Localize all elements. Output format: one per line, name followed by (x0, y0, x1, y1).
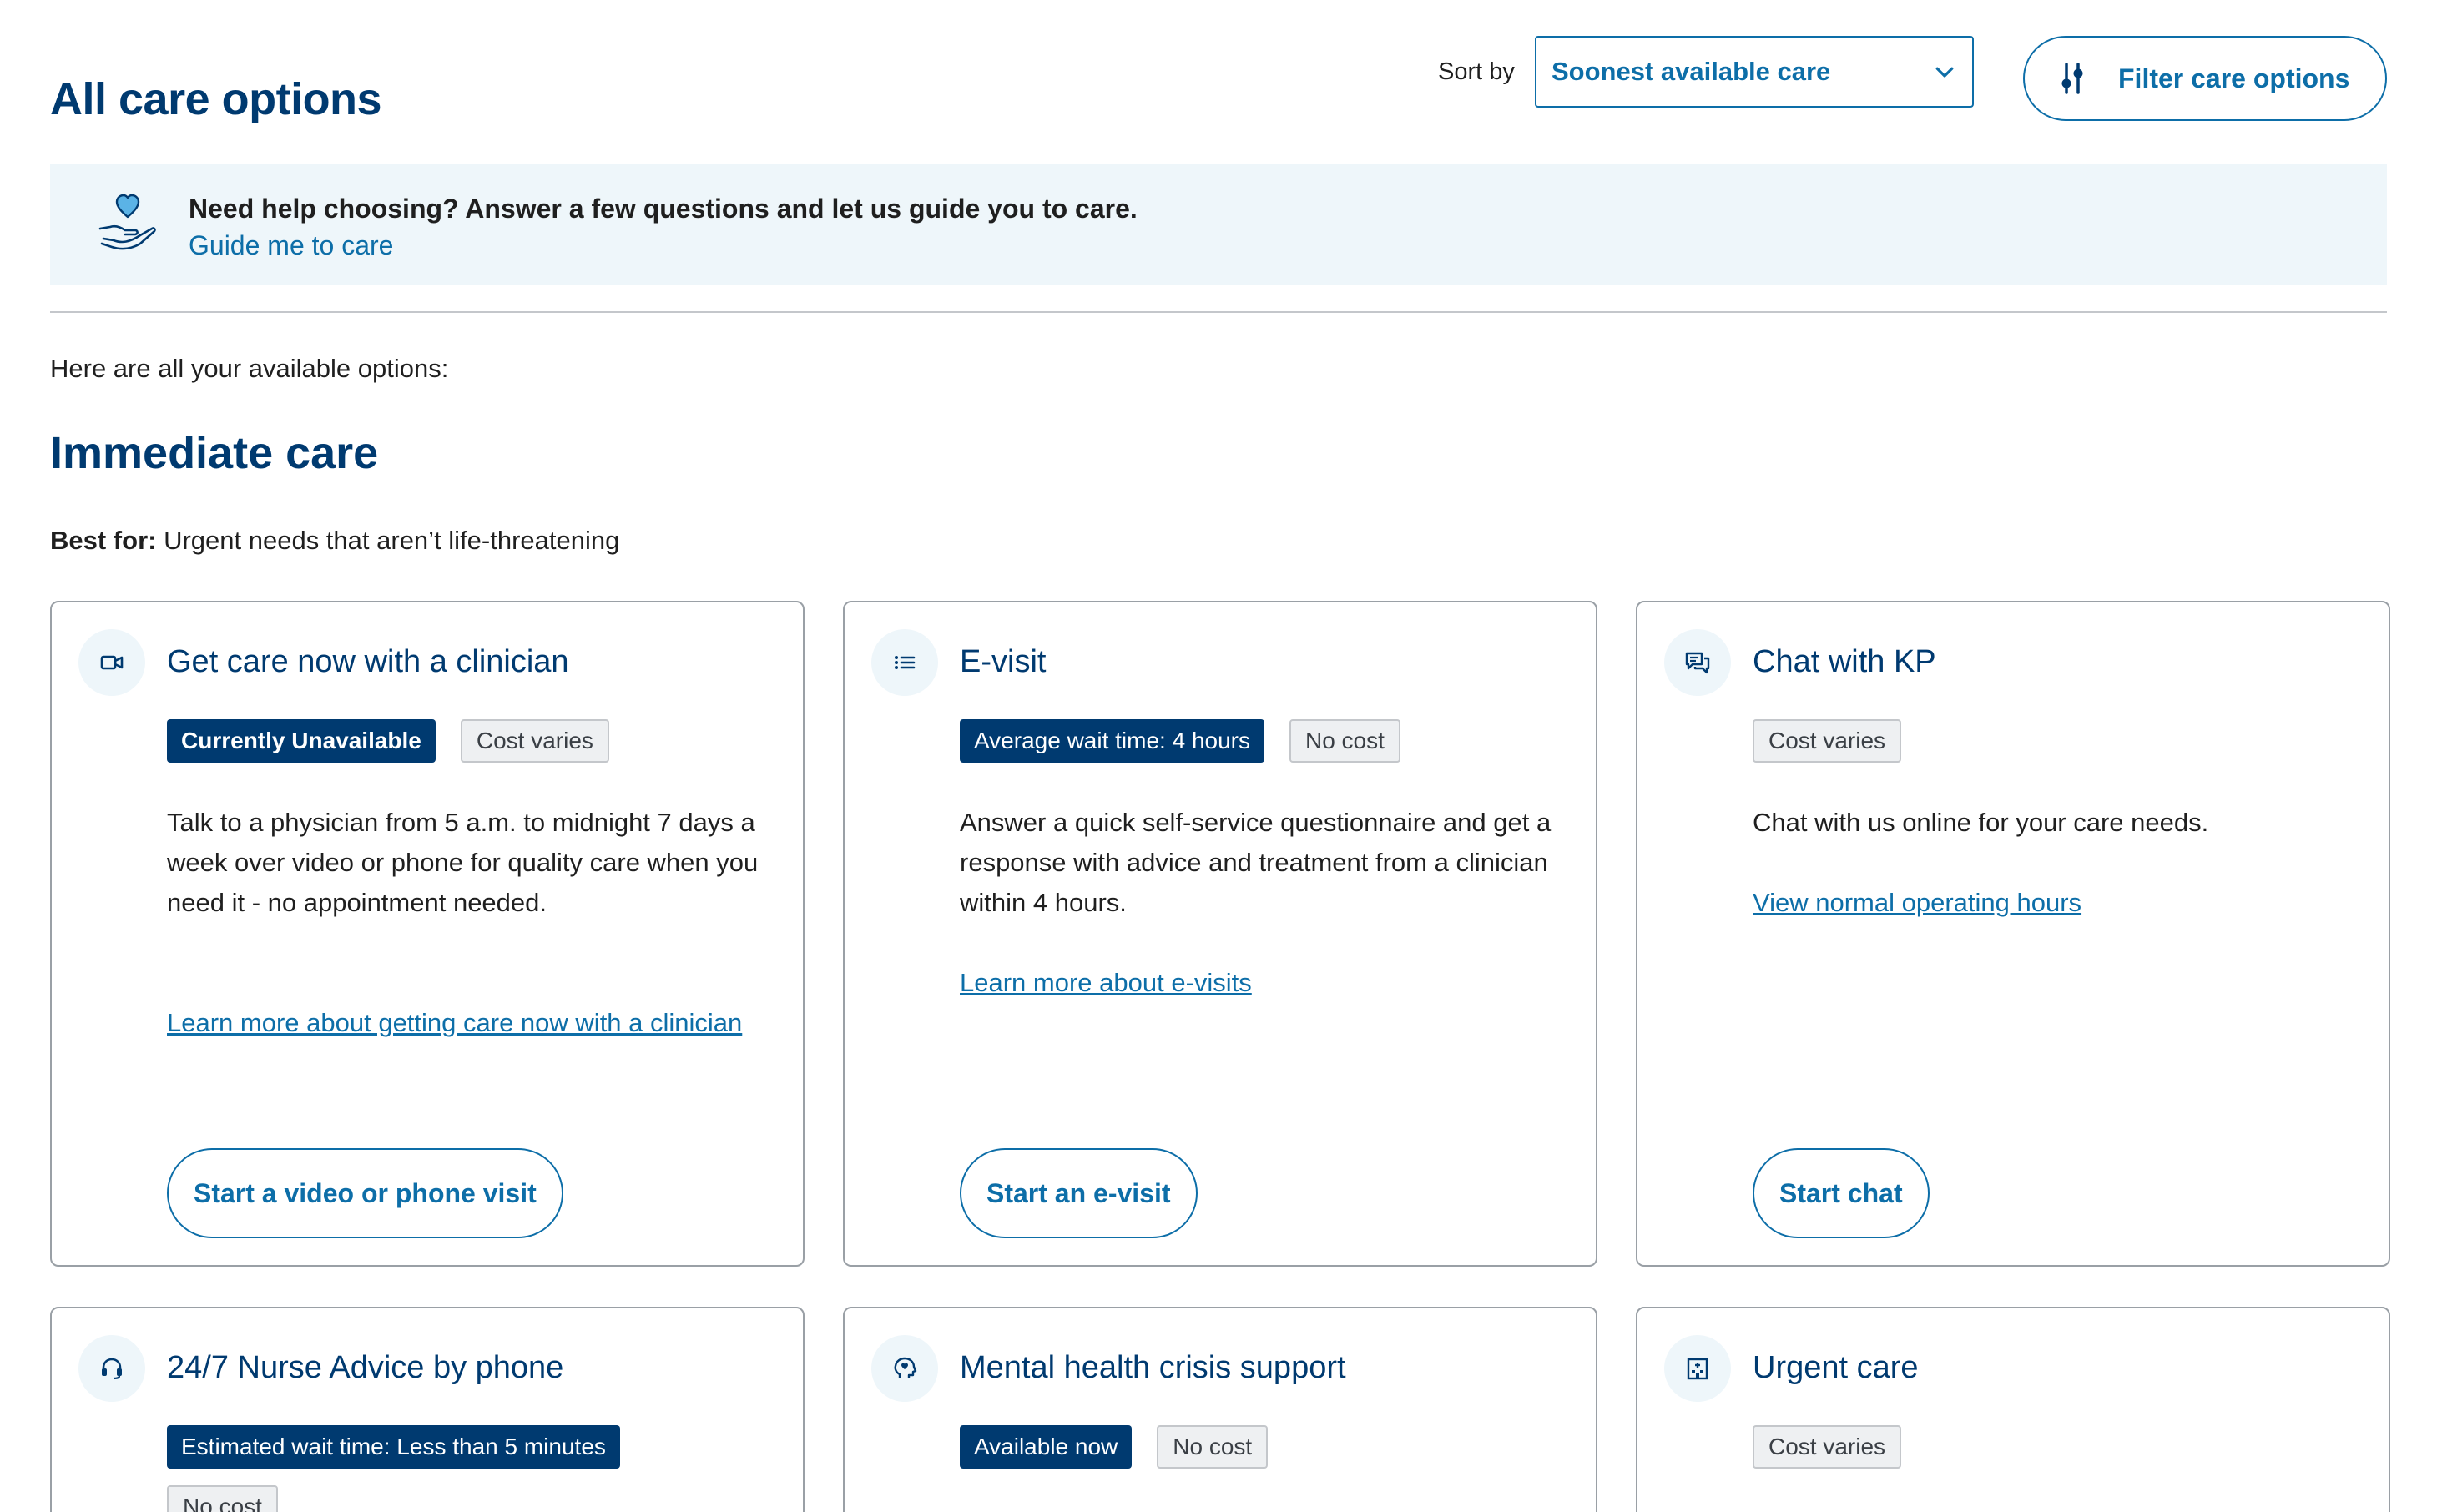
sort-select[interactable]: Soonest available care (1535, 36, 1974, 108)
card-title: Urgent care (1753, 1350, 1919, 1385)
card-description: Answer a quick self-service questionnair… (960, 808, 1552, 917)
sort-label: Sort by (1438, 58, 1515, 85)
start-e-visit-button[interactable]: Start an e-visit (960, 1148, 1198, 1238)
wait-time-badge: Estimated wait time: Less than 5 minutes (167, 1425, 620, 1469)
cost-badge: Cost varies (460, 719, 609, 763)
cost-badge: Cost varies (1753, 1425, 1902, 1469)
card-badges: Currently Unavailable Cost varies (167, 719, 609, 763)
sort-select-value: Soonest available care (1552, 57, 1831, 86)
video-camera-icon (100, 655, 124, 670)
list-icon (895, 656, 916, 669)
card-badges: Available now No cost (960, 1425, 1269, 1469)
care-option-card: Mental health crisis support Available n… (843, 1307, 1597, 1512)
hand-heart-icon (98, 194, 156, 250)
card-badges: Average wait time: 4 hours No cost (960, 719, 1400, 763)
wait-time-badge: Average wait time: 4 hours (960, 719, 1264, 763)
filter-care-options-button[interactable]: Filter care options (2023, 36, 2387, 121)
card-description: Talk to a physician from 5 a.m. to midni… (167, 808, 759, 917)
cost-badge: No cost (1157, 1425, 1269, 1469)
availability-badge: Available now (960, 1425, 1133, 1469)
view-operating-hours-link[interactable]: View normal operating hours (1753, 883, 2362, 923)
filter-button-label: Filter care options (2118, 63, 2350, 93)
best-for-label: Best for: (50, 526, 157, 555)
card-title: 24/7 Nurse Advice by phone (167, 1350, 564, 1385)
best-for-text: Urgent needs that aren’t life-threatenin… (164, 526, 620, 555)
status-badge: Currently Unavailable (167, 719, 436, 763)
care-option-card: E-visit Average wait time: 4 hours No co… (843, 601, 1597, 1267)
start-chat-button[interactable]: Start chat (1753, 1148, 1930, 1238)
best-for: Best for: Urgent needs that aren’t life-… (50, 526, 619, 556)
page: All care options Sort by Soonest availab… (0, 0, 2437, 1512)
card-icon-wrap (78, 1335, 145, 1402)
care-option-card: Get care now with a clinician Currently … (50, 601, 805, 1267)
card-icon-wrap (78, 629, 145, 696)
care-option-card: Chat with KP Cost varies Chat with us on… (1636, 601, 2390, 1267)
head-heart-icon (894, 1357, 917, 1378)
divider (50, 311, 2387, 313)
card-icon-wrap (1664, 1335, 1731, 1402)
care-option-card: 24/7 Nurse Advice by phone Estimated wai… (50, 1307, 805, 1512)
card-title: Mental health crisis support (960, 1350, 1346, 1385)
card-title: E-visit (960, 644, 1047, 679)
cost-badge: No cost (167, 1485, 278, 1512)
card-icon-wrap (871, 1335, 938, 1402)
help-banner: Need help choosing? Answer a few questio… (50, 164, 2387, 285)
chevron-down-icon (1935, 67, 1954, 78)
sliders-icon (2061, 63, 2083, 94)
card-title: Get care now with a clinician (167, 644, 569, 679)
chat-bubbles-icon (1685, 652, 1710, 674)
help-question: Need help choosing? Answer a few questio… (189, 194, 1138, 224)
section-title: Immediate care (50, 428, 379, 478)
cost-badge: Cost varies (1753, 719, 1902, 763)
start-video-or-phone-visit-button[interactable]: Start a video or phone visit (167, 1148, 563, 1238)
care-option-card: Urgent care Cost varies (1636, 1307, 2390, 1512)
card-badges: Cost varies (1753, 719, 1902, 763)
intro-text: Here are all your available options: (50, 354, 449, 383)
card-badges: Estimated wait time: Less than 5 minutes (167, 1425, 620, 1469)
card-description: Chat with us online for your care needs. (1753, 808, 2209, 837)
headset-icon (102, 1358, 122, 1380)
card-badges: Cost varies (1753, 1425, 1902, 1469)
building-icon (1687, 1358, 1708, 1380)
card-title: Chat with KP (1753, 644, 1936, 679)
learn-more-link[interactable]: Learn more about e-visits (960, 963, 1569, 1003)
learn-more-link[interactable]: Learn more about getting care now with a… (167, 1003, 776, 1043)
page-title: All care options (50, 74, 382, 124)
card-icon-wrap (871, 629, 938, 696)
card-badges-row-2: No cost (167, 1485, 278, 1512)
cost-badge: No cost (1289, 719, 1400, 763)
card-icon-wrap (1664, 629, 1731, 696)
guide-me-to-care-link[interactable]: Guide me to care (189, 230, 393, 261)
